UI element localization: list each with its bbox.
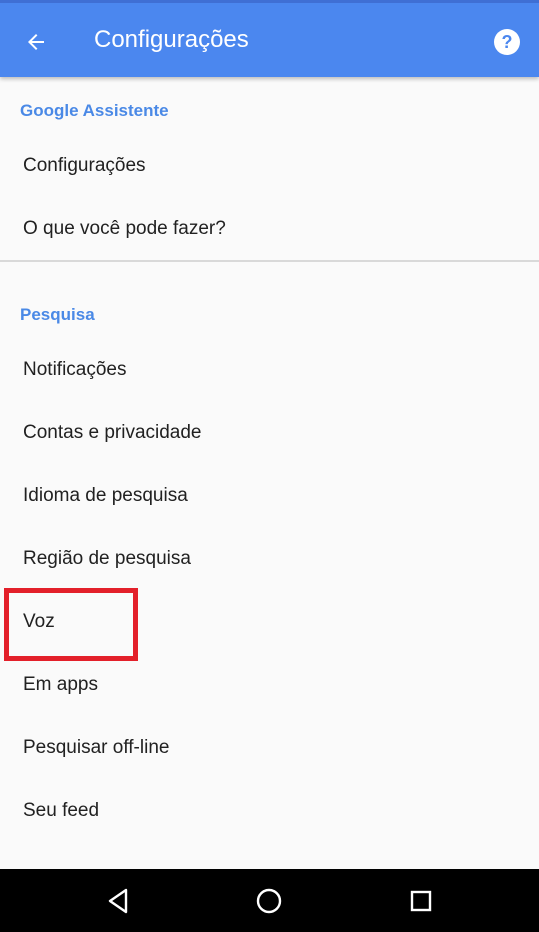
settings-item-em-apps[interactable]: Em apps [0, 654, 539, 716]
settings-item-what-you-can-do[interactable]: O que você pode fazer? [0, 198, 539, 260]
settings-item-configuracoes[interactable]: Configurações [0, 135, 539, 197]
home-circle-icon [256, 888, 282, 913]
back-button[interactable] [16, 22, 56, 62]
nav-back-button[interactable] [88, 869, 148, 932]
status-strip [0, 0, 539, 3]
settings-item-notificacoes[interactable]: Notificações [0, 339, 539, 401]
section-header-google-assistant: Google Assistente [20, 101, 169, 120]
settings-list: Google Assistente Configurações O que vo… [0, 77, 539, 869]
settings-item-partial[interactable] [0, 843, 539, 869]
settings-item-pesquisar-offline[interactable]: Pesquisar off-line [0, 717, 539, 779]
help-button[interactable]: ? [492, 27, 522, 57]
section-divider [0, 260, 539, 262]
settings-item-label: Em apps [23, 674, 98, 695]
recents-square-icon [410, 890, 432, 911]
nav-home-button[interactable] [239, 869, 299, 932]
settings-item-label: Configurações [23, 155, 146, 176]
settings-item-label: Contas e privacidade [23, 422, 202, 443]
settings-item-regiao-pesquisa[interactable]: Região de pesquisa [0, 528, 539, 590]
back-triangle-icon [108, 888, 128, 913]
settings-item-label: Seu feed [23, 800, 100, 821]
settings-item-label: Região de pesquisa [23, 548, 191, 569]
page-title: Configurações [94, 26, 249, 53]
arrow-back-icon [28, 34, 44, 50]
settings-item-idioma-pesquisa[interactable]: Idioma de pesquisa [0, 465, 539, 527]
settings-item-label: Notificações [23, 359, 127, 380]
settings-item-label: Pesquisar off-line [23, 737, 170, 758]
svg-text:?: ? [502, 32, 513, 52]
settings-item-seu-feed[interactable]: Seu feed [0, 780, 539, 842]
app-bar: Configurações ? [0, 0, 539, 77]
help-circle-icon: ? [494, 29, 520, 55]
settings-item-label: O que você pode fazer? [23, 218, 226, 239]
section-header-pesquisa: Pesquisa [20, 305, 95, 324]
highlight-box [4, 588, 138, 661]
settings-item-contas-privacidade[interactable]: Contas e privacidade [0, 402, 539, 464]
nav-recents-button[interactable] [391, 869, 451, 932]
settings-item-label: Idioma de pesquisa [23, 485, 188, 506]
system-nav-bar [0, 869, 539, 932]
